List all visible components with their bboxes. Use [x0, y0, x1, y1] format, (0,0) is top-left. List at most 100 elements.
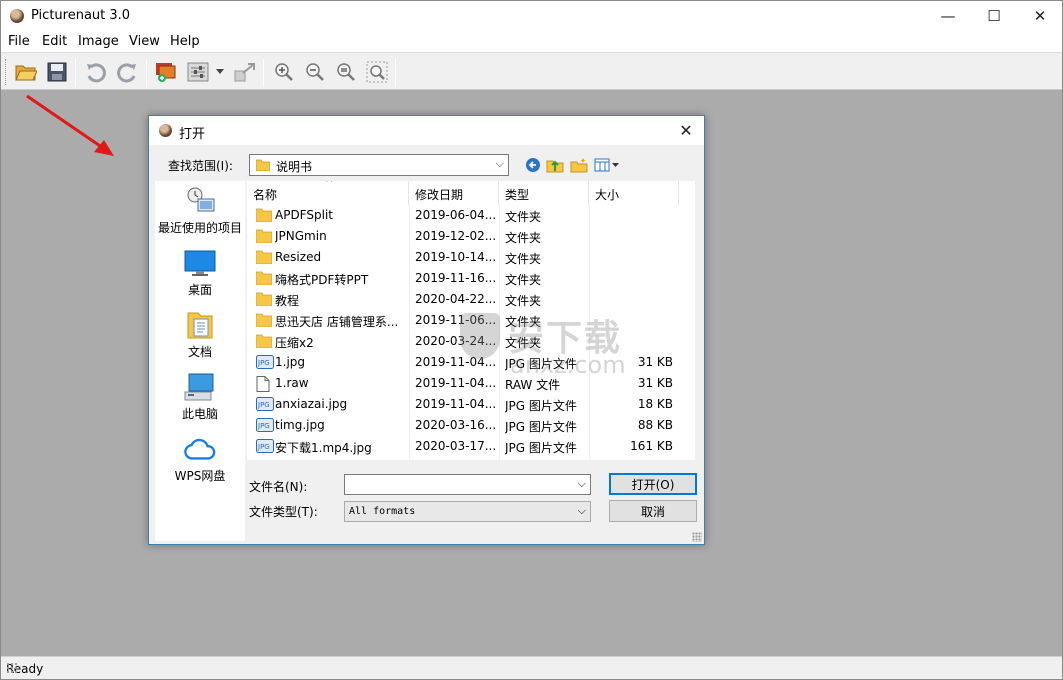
file-type: 文件夹 [505, 273, 542, 287]
file-size: 88 KB [637, 418, 673, 432]
look-in-label: 查找范围(I): [168, 159, 233, 173]
file-date: 2019-11-04... [415, 397, 497, 411]
menu-bar: File Edit Image View Help [1, 31, 1062, 52]
filename-input[interactable]: ⌵ [344, 474, 591, 495]
file-size: 18 KB [637, 397, 673, 411]
filetype-value: All formats [349, 506, 416, 517]
cancel-button[interactable]: 取消 [609, 500, 697, 522]
file-name: 教程 [275, 294, 300, 308]
resize-grip[interactable] [6, 662, 18, 674]
file-row[interactable]: JPNGmin 2019-12-02... 文件夹 [247, 226, 695, 247]
desktop-icon [184, 247, 216, 279]
folder-icon [255, 313, 273, 328]
open-button[interactable]: 打开(O) [609, 473, 697, 495]
jpg-file-icon: JPG [256, 418, 274, 432]
file-row[interactable]: JPG 安下载1.mp4.jpg 2020-03-17... JPG 图片文件 161 … [247, 436, 695, 457]
place-wps-cloud[interactable]: WPS网盘 [155, 433, 245, 484]
folder-icon [255, 250, 273, 265]
watermark: 安下载 anxz.com [460, 305, 640, 380]
dialog-close-icon[interactable]: ✕ [676, 120, 696, 140]
dialog-resize-grip[interactable] [692, 532, 702, 542]
dropdown-icon[interactable] [213, 59, 227, 85]
filetype-select[interactable]: All formats ⌵ [344, 501, 591, 522]
window-title: Picturenaut 3.0 [31, 8, 131, 23]
svg-text:JPG: JPG [257, 422, 270, 430]
file-type: JPG 图片文件 [505, 441, 577, 455]
new-folder-icon[interactable] [569, 156, 589, 174]
file-name: 安下载1.mp4.jpg [275, 441, 372, 455]
sort-ascending-icon: ^ [325, 181, 334, 189]
save-icon[interactable] [44, 59, 70, 85]
undo-icon[interactable] [83, 59, 109, 85]
dialog-title: 打开 [179, 127, 206, 142]
jpg-file-icon: JPG [256, 439, 274, 453]
file-date: 2019-11-16... [415, 271, 497, 285]
resize-icon[interactable] [232, 59, 258, 85]
file-date: 2019-12-02... [415, 229, 497, 243]
folder-icon [255, 229, 273, 244]
place-recent[interactable]: 最近使用的项目 [155, 185, 245, 236]
zoom-out-icon[interactable] [302, 59, 328, 85]
chevron-down-icon: ⌵ [577, 504, 586, 517]
look-in-value: 说明书 [276, 160, 313, 174]
menu-edit[interactable]: Edit [42, 34, 67, 49]
zoom-in-icon[interactable] [271, 59, 297, 85]
status-bar: Ready [1, 656, 1062, 679]
folder-icon [255, 159, 271, 174]
column-header-name[interactable]: ^ 名称 [247, 181, 409, 205]
cloud-icon [184, 433, 216, 465]
menu-view[interactable]: View [129, 34, 160, 49]
file-name: 1.jpg [275, 355, 306, 369]
watermark-line2: anxz.com [510, 351, 626, 379]
view-menu-icon[interactable] [593, 156, 621, 174]
maximize-button[interactable]: ☐ [971, 1, 1017, 31]
file-row[interactable]: Resized 2019-10-14... 文件夹 [247, 247, 695, 268]
place-label: 此电脑 [181, 407, 218, 421]
up-folder-icon[interactable] [545, 156, 565, 174]
folder-icon [255, 208, 273, 223]
red-arrow-annotation [26, 94, 114, 156]
file-date: 2019-10-14... [415, 250, 497, 264]
file-name: 1.raw [275, 376, 309, 390]
place-label: WPS网盘 [174, 469, 226, 483]
column-header-type[interactable]: 类型 [499, 181, 589, 205]
place-desktop[interactable]: 桌面 [155, 247, 245, 298]
close-button[interactable]: ✕ [1017, 1, 1063, 31]
menu-help[interactable]: Help [170, 34, 200, 49]
minimize-button[interactable]: — [925, 1, 971, 31]
title-bar[interactable]: Picturenaut 3.0 — ☐ ✕ [1, 1, 1062, 31]
file-name: JPNGmin [275, 229, 327, 243]
file-size: 161 KB [630, 439, 673, 453]
file-type: 文件夹 [505, 231, 542, 245]
file-name: APDFSplit [275, 208, 333, 222]
file-row[interactable]: 嗨格式PDF转PPT 2019-11-16... 文件夹 [247, 268, 695, 289]
file-row[interactable]: JPG anxiazai.jpg 2019-11-04... JPG 图片文件 18 K… [247, 394, 695, 415]
file-name: timg.jpg [275, 418, 325, 432]
toolbar-separator [263, 59, 264, 87]
generate-hdr-icon[interactable] [153, 59, 179, 85]
file-name: 压缩x2 [275, 336, 314, 350]
file-date: 2019-06-04... [415, 208, 497, 222]
file-row[interactable]: JPG timg.jpg 2020-03-16... JPG 图片文件 88 KB [247, 415, 695, 436]
look-in-dropdown[interactable]: 说明书 ⌵ [249, 154, 509, 176]
place-this-pc[interactable]: 此电脑 [155, 371, 245, 422]
file-name: Resized [275, 250, 322, 264]
chevron-down-icon[interactable]: ⌵ [578, 477, 586, 491]
file-type: 文件夹 [505, 252, 542, 266]
zoom-fit-icon[interactable] [364, 59, 390, 85]
column-header-size[interactable]: 大小 [589, 181, 679, 205]
toolbar-grip[interactable] [5, 59, 8, 85]
back-icon[interactable] [523, 156, 543, 174]
dialog-title-bar[interactable]: 打开 ✕ [149, 116, 704, 145]
toolbar-separator [146, 59, 147, 87]
adjust-icon[interactable] [185, 59, 211, 85]
open-folder-icon[interactable] [13, 59, 39, 85]
zoom-reset-icon[interactable] [333, 59, 359, 85]
column-header-date[interactable]: 修改日期 [409, 181, 499, 205]
jpg-file-icon: JPG [256, 355, 274, 369]
redo-icon[interactable] [114, 59, 140, 85]
menu-file[interactable]: File [8, 34, 30, 49]
menu-image[interactable]: Image [78, 34, 119, 49]
place-documents[interactable]: 文档 [155, 309, 245, 360]
file-row[interactable]: APDFSplit 2019-06-04... 文件夹 [247, 205, 695, 226]
